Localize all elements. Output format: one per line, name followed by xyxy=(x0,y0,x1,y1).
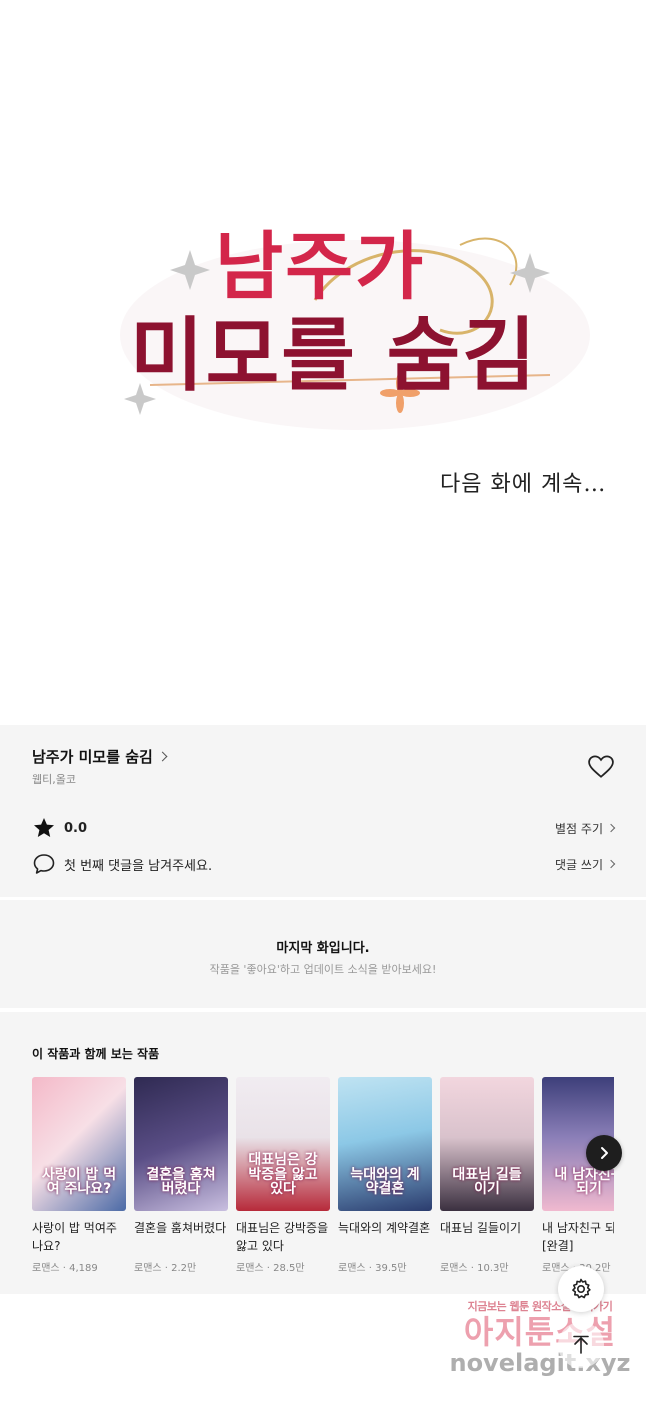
scroll-to-top-button[interactable] xyxy=(558,1322,604,1368)
recommendation-meta: 로맨스 · 28.5만 xyxy=(236,1263,305,1274)
chevron-right-icon xyxy=(157,751,168,762)
comic-panel: 남주가 미모를 숨김 다음 화에 계속… xyxy=(0,0,646,725)
rate-button[interactable]: 별점 주기 xyxy=(555,820,616,837)
recommendation-card[interactable]: 사랑이 밥 먹여 주나요? 사랑이 밥 먹여주나요? 로맨스 · 4,189 xyxy=(32,1077,126,1274)
cover-title: 내 남자친구 되기 xyxy=(554,1166,614,1198)
recommendation-card[interactable]: 대표님은 강박증을 앓고 있다 대표님은 강박증을 앓고 있다 로맨스 · 28… xyxy=(236,1077,330,1274)
comment-prompt: 첫 번째 댓글을 남겨주세요. xyxy=(64,858,213,874)
work-authors: 웹티,올코 xyxy=(32,773,76,786)
recommendations-heading: 이 작품과 함께 보는 작품 xyxy=(32,1047,160,1061)
recommendation-meta: 로맨스 · 2.2만 xyxy=(134,1263,197,1274)
heart-outline-icon[interactable] xyxy=(588,755,614,779)
comment-bubble-icon xyxy=(33,854,55,874)
rating-value: 0.0 xyxy=(64,820,88,836)
recommendation-cover: 대표님은 강박증을 앓고 있다 xyxy=(236,1077,330,1211)
recommendations-carousel[interactable]: 사랑이 밥 먹여 주나요? 사랑이 밥 먹여주나요? 로맨스 · 4,189 결… xyxy=(32,1077,614,1287)
recommendation-title: 결혼을 훔쳐버렸다 xyxy=(134,1221,227,1235)
write-comment-label: 댓글 쓰기 xyxy=(555,857,603,872)
write-comment-button[interactable]: 댓글 쓰기 xyxy=(555,856,616,873)
recommendation-card[interactable]: 내 남자친구 되기 내 남자친구 되기[완결] 로맨스 · 30.2만 xyxy=(542,1077,614,1274)
recommendation-meta: 로맨스 · 39.5만 xyxy=(338,1263,407,1274)
star-icon xyxy=(34,818,54,837)
chevron-right-icon xyxy=(601,1147,608,1159)
cover-title: 사랑이 밥 먹여 주나요? xyxy=(41,1166,117,1198)
last-episode-notice: 마지막 화입니다. 작품을 '좋아요'하고 업데이트 소식을 받아보세요! xyxy=(0,900,646,1008)
chevron-right-icon xyxy=(606,823,616,833)
chevron-right-icon xyxy=(606,859,616,869)
carousel-next-button[interactable] xyxy=(586,1135,622,1171)
recommendation-title: 내 남자친구 되기[완결] xyxy=(542,1221,614,1253)
work-title-link[interactable]: 남주가 미모를 숨김 xyxy=(32,746,168,767)
cover-title: 늑대와의 계약결혼 xyxy=(350,1166,420,1198)
logo-title-line2: 미모를 숨김 xyxy=(130,308,538,402)
recommendation-card[interactable]: 결혼을 훔쳐버렸다 결혼을 훔쳐버렸다 로맨스 · 2.2만 xyxy=(134,1077,228,1274)
cover-title: 결혼을 훔쳐버렸다 xyxy=(146,1166,216,1198)
work-title: 남주가 미모를 숨김 xyxy=(32,748,153,766)
recommendation-meta: 로맨스 · 10.3만 xyxy=(440,1263,509,1274)
site-watermark: 지금보는 웹툰 원작소설 보러가기 아지툰소설 novelagit.xyz xyxy=(440,1298,640,1398)
rate-button-label: 별점 주기 xyxy=(555,821,603,836)
recommendation-title: 대표님 길들이기 xyxy=(440,1221,522,1235)
cover-title: 대표님 길들이기 xyxy=(452,1166,522,1198)
cover-title: 대표님은 강박증을 앓고 있다 xyxy=(248,1151,318,1198)
last-episode-subtitle: 작품을 '좋아요'하고 업데이트 소식을 받아보세요! xyxy=(209,963,437,976)
recommendation-title: 사랑이 밥 먹여주나요? xyxy=(32,1221,117,1253)
recommendation-card[interactable]: 늑대와의 계약결혼 늑대와의 계약결혼 로맨스 · 39.5만 xyxy=(338,1077,432,1274)
recommendation-cover: 결혼을 훔쳐버렸다 xyxy=(134,1077,228,1211)
work-info-panel: 남주가 미모를 숨김 웹티,올코 0.0 별점 주기 첫 번째 댓글을 남겨주세… xyxy=(0,725,646,897)
to-be-continued-text: 다음 화에 계속… xyxy=(440,472,607,497)
recommendation-cover: 사랑이 밥 먹여 주나요? xyxy=(32,1077,126,1211)
series-logo: 남주가 미모를 숨김 xyxy=(110,205,590,435)
rating-row: 0.0 별점 주기 xyxy=(32,816,616,840)
watermark-tagline: 지금보는 웹툰 원작소설 보러가기 xyxy=(467,1300,613,1313)
recommendation-meta: 로맨스 · 4,189 xyxy=(32,1263,98,1274)
last-episode-title: 마지막 화입니다. xyxy=(276,941,370,956)
viewer-page: 남주가 미모를 숨김 다음 화에 계속… 남주가 미모를 숨김 웹티,올코 0.… xyxy=(0,0,646,1410)
viewer-settings-button[interactable] xyxy=(558,1266,604,1312)
recommendations-section: 이 작품과 함께 보는 작품 사랑이 밥 먹여 주나요? 사랑이 밥 먹여주나요… xyxy=(0,1012,646,1294)
recommendation-title: 대표님은 강박증을 앓고 있다 xyxy=(236,1221,329,1253)
recommendation-card[interactable]: 대표님 길들이기 대표님 길들이기 로맨스 · 10.3만 xyxy=(440,1077,534,1274)
watermark-brand: 아지툰소설 xyxy=(463,1313,617,1351)
comment-row: 첫 번째 댓글을 남겨주세요. 댓글 쓰기 xyxy=(32,852,616,876)
recommendation-cover: 늑대와의 계약결혼 xyxy=(338,1077,432,1211)
recommendation-cover: 대표님 길들이기 xyxy=(440,1077,534,1211)
watermark-url: novelagit.xyz xyxy=(449,1349,631,1377)
arrow-up-icon xyxy=(573,1335,589,1354)
recommendation-title: 늑대와의 계약결혼 xyxy=(338,1221,431,1235)
gear-icon xyxy=(572,1278,591,1299)
